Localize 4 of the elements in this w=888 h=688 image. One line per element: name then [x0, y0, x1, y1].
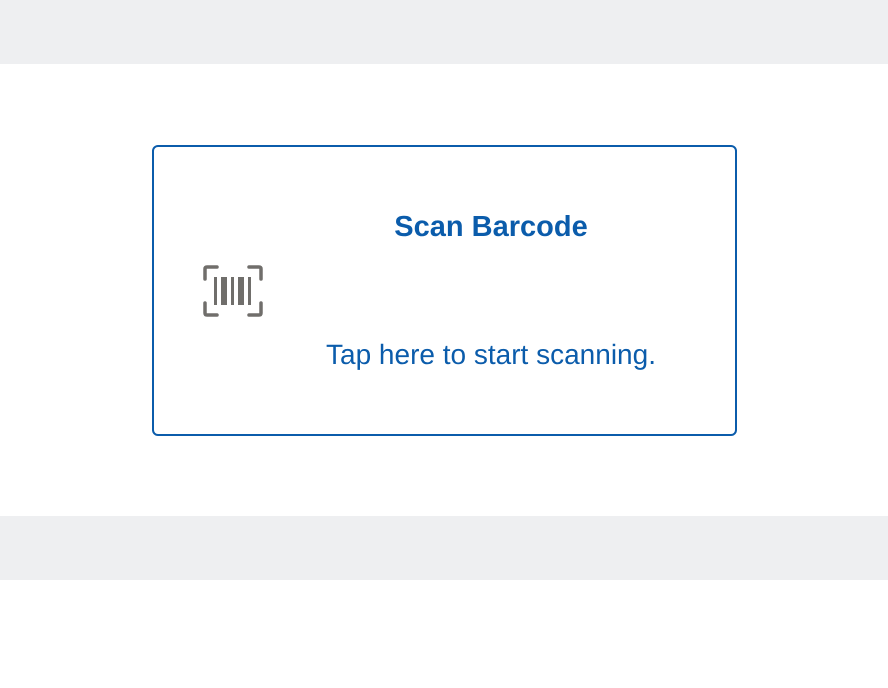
- card-title: Scan Barcode: [394, 210, 588, 244]
- scan-barcode-card[interactable]: Scan Barcode Tap here to start scanning.: [152, 145, 736, 436]
- barcode-icon: [202, 265, 262, 317]
- scan-prompt: Tap here to start scanning.: [326, 339, 656, 371]
